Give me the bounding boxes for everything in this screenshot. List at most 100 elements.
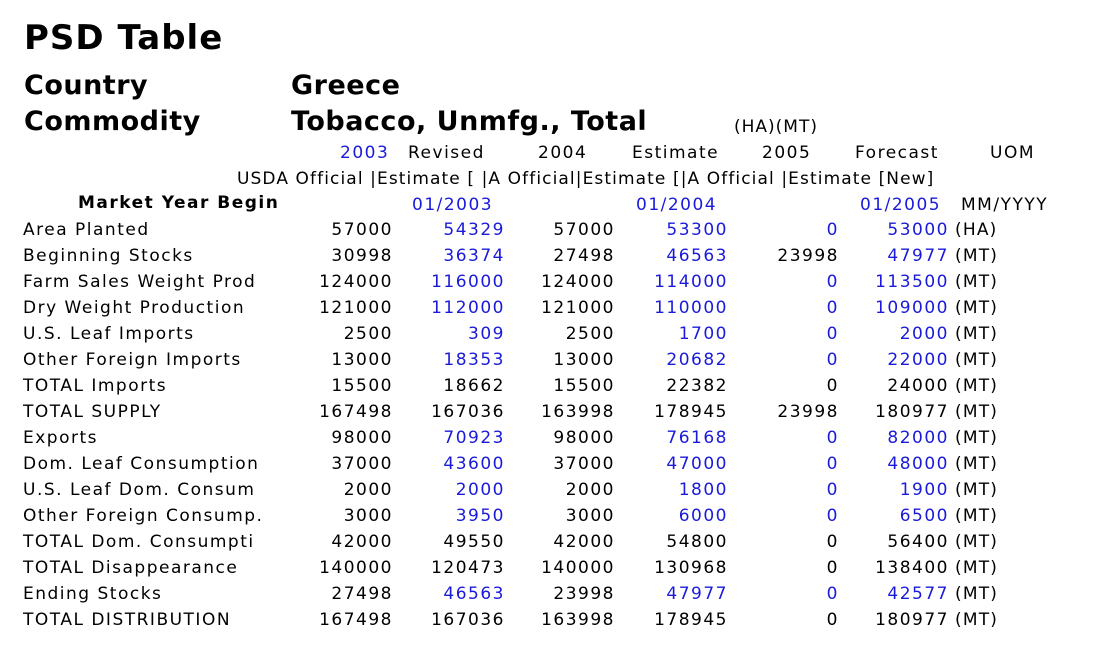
market-year-uom: MM/YYYY: [961, 195, 1049, 215]
cell-forecast-2005: 6500: [899, 506, 949, 526]
cell-revised-2003: 36374: [443, 246, 505, 266]
cell-revised-2003: 116000: [431, 272, 505, 292]
table-row: TOTAL Imports 15500 18662 15500 22382 0 24000 (…: [0, 376, 1102, 402]
cell-usda-2004: 42000: [553, 532, 615, 552]
market-year-label: Market Year Begin: [78, 193, 280, 213]
cell-usda-2004: 13000: [553, 350, 615, 370]
units-note: (HA)(MT): [734, 117, 818, 137]
cell-usda-2004: 57000: [553, 220, 615, 240]
row-label: TOTAL Dom. Consumpti: [23, 532, 255, 552]
cell-estimate-2004: 54800: [666, 532, 728, 552]
row-uom: (MT): [955, 454, 999, 474]
cell-usda-2005: 0: [826, 584, 839, 604]
market-year-2004: 01/2004: [636, 195, 718, 215]
cell-usda-2005: 23998: [777, 402, 839, 422]
cell-revised-2003: 3950: [455, 506, 505, 526]
cell-revised-2003: 46563: [443, 584, 505, 604]
cell-usda-2004: 98000: [553, 428, 615, 448]
cell-estimate-2004: 6000: [678, 506, 728, 526]
cell-usda-2003: 27498: [331, 584, 393, 604]
cell-usda-2004: 15500: [553, 376, 615, 396]
cell-forecast-2005: 2000: [899, 324, 949, 344]
row-uom: (MT): [955, 246, 999, 266]
cell-estimate-2004: 178945: [654, 610, 728, 630]
table-row: TOTAL DISTRIBUTION 167498 167036 163998 1789…: [0, 610, 1102, 636]
cell-usda-2003: 37000: [331, 454, 393, 474]
cell-usda-2003: 140000: [319, 558, 393, 578]
cell-forecast-2005: 109000: [875, 298, 949, 318]
cell-estimate-2004: 130968: [654, 558, 728, 578]
cell-estimate-2004: 47000: [666, 454, 728, 474]
row-label: TOTAL DISTRIBUTION: [23, 610, 232, 630]
cell-usda-2005: 0: [826, 558, 839, 578]
row-uom: (MT): [955, 350, 999, 370]
header-2004: 2004: [538, 143, 588, 163]
table-row: Exports 98000 70923 98000 76168 0 82000 (MT): [0, 428, 1102, 454]
table-row: TOTAL SUPPLY 167498 167036 163998 178945 2399…: [0, 402, 1102, 428]
market-year-2003: 01/2003: [412, 195, 494, 215]
cell-estimate-2004: 20682: [666, 350, 728, 370]
cell-usda-2005: 0: [826, 610, 839, 630]
cell-usda-2005: 23998: [777, 246, 839, 266]
row-label: Dom. Leaf Consumption: [23, 454, 260, 474]
row-uom: (MT): [955, 532, 999, 552]
cell-usda-2003: 13000: [331, 350, 393, 370]
cell-usda-2004: 3000: [565, 506, 615, 526]
cell-usda-2004: 37000: [553, 454, 615, 474]
cell-revised-2003: 43600: [443, 454, 505, 474]
table-row: Dry Weight Production 121000 112000 121000 1…: [0, 298, 1102, 324]
table-row: Farm Sales Weight Prod 124000 116000 124000…: [0, 272, 1102, 298]
cell-usda-2005: 0: [826, 480, 839, 500]
cell-estimate-2004: 114000: [654, 272, 728, 292]
cell-usda-2004: 140000: [541, 558, 615, 578]
table-row: Beginning Stocks 30998 36374 27498 46563 2399…: [0, 246, 1102, 272]
cell-estimate-2004: 1700: [678, 324, 728, 344]
row-label: Farm Sales Weight Prod: [23, 272, 257, 292]
row-label: Area Planted: [23, 220, 150, 240]
cell-usda-2003: 15500: [331, 376, 393, 396]
row-label: Dry Weight Production: [23, 298, 246, 318]
cell-forecast-2005: 53000: [887, 220, 949, 240]
cell-revised-2003: 112000: [431, 298, 505, 318]
table-row: Dom. Leaf Consumption 37000 43600 37000 4700…: [0, 454, 1102, 480]
row-uom: (MT): [955, 298, 999, 318]
cell-estimate-2004: 1800: [678, 480, 728, 500]
cell-estimate-2004: 46563: [666, 246, 728, 266]
cell-usda-2004: 23998: [553, 584, 615, 604]
header-2005: 2005: [762, 143, 812, 163]
cell-revised-2003: 49550: [443, 532, 505, 552]
table-row: TOTAL Disappearance 140000 120473 140000 130…: [0, 558, 1102, 584]
row-uom: (MT): [955, 506, 999, 526]
cell-revised-2003: 167036: [431, 402, 505, 422]
row-label: Beginning Stocks: [23, 246, 194, 266]
cell-usda-2004: 2000: [565, 480, 615, 500]
cell-forecast-2005: 22000: [887, 350, 949, 370]
cell-usda-2005: 0: [826, 350, 839, 370]
cell-usda-2004: 27498: [553, 246, 615, 266]
cell-forecast-2005: 48000: [887, 454, 949, 474]
table-row: Other Foreign Imports 13000 18353 13000 2068…: [0, 350, 1102, 376]
header-estimate: Estimate: [632, 143, 720, 163]
row-label: U.S. Leaf Imports: [23, 324, 195, 344]
header-revised: Revised: [408, 143, 485, 163]
country-label: Country: [24, 70, 149, 101]
row-label: Other Foreign Imports: [23, 350, 242, 370]
row-uom: (MT): [955, 402, 999, 422]
cell-usda-2004: 163998: [541, 402, 615, 422]
cell-forecast-2005: 82000: [887, 428, 949, 448]
cell-usda-2003: 2500: [343, 324, 393, 344]
cell-usda-2003: 121000: [319, 298, 393, 318]
cell-usda-2004: 2500: [565, 324, 615, 344]
table-row: U.S. Leaf Imports 2500 309 2500 1700 0 2000 (MT…: [0, 324, 1102, 350]
cell-estimate-2004: 47977: [666, 584, 728, 604]
cell-forecast-2005: 180977: [875, 402, 949, 422]
cell-forecast-2005: 24000: [887, 376, 949, 396]
page-title: PSD Table: [24, 18, 224, 58]
cell-usda-2003: 98000: [331, 428, 393, 448]
cell-forecast-2005: 180977: [875, 610, 949, 630]
cell-revised-2003: 309: [468, 324, 505, 344]
table-row: Other Foreign Consump. 3000 3950 3000 6000 0 6…: [0, 506, 1102, 532]
market-year-2005: 01/2005: [860, 195, 942, 215]
cell-usda-2003: 124000: [319, 272, 393, 292]
row-uom: (MT): [955, 272, 999, 292]
